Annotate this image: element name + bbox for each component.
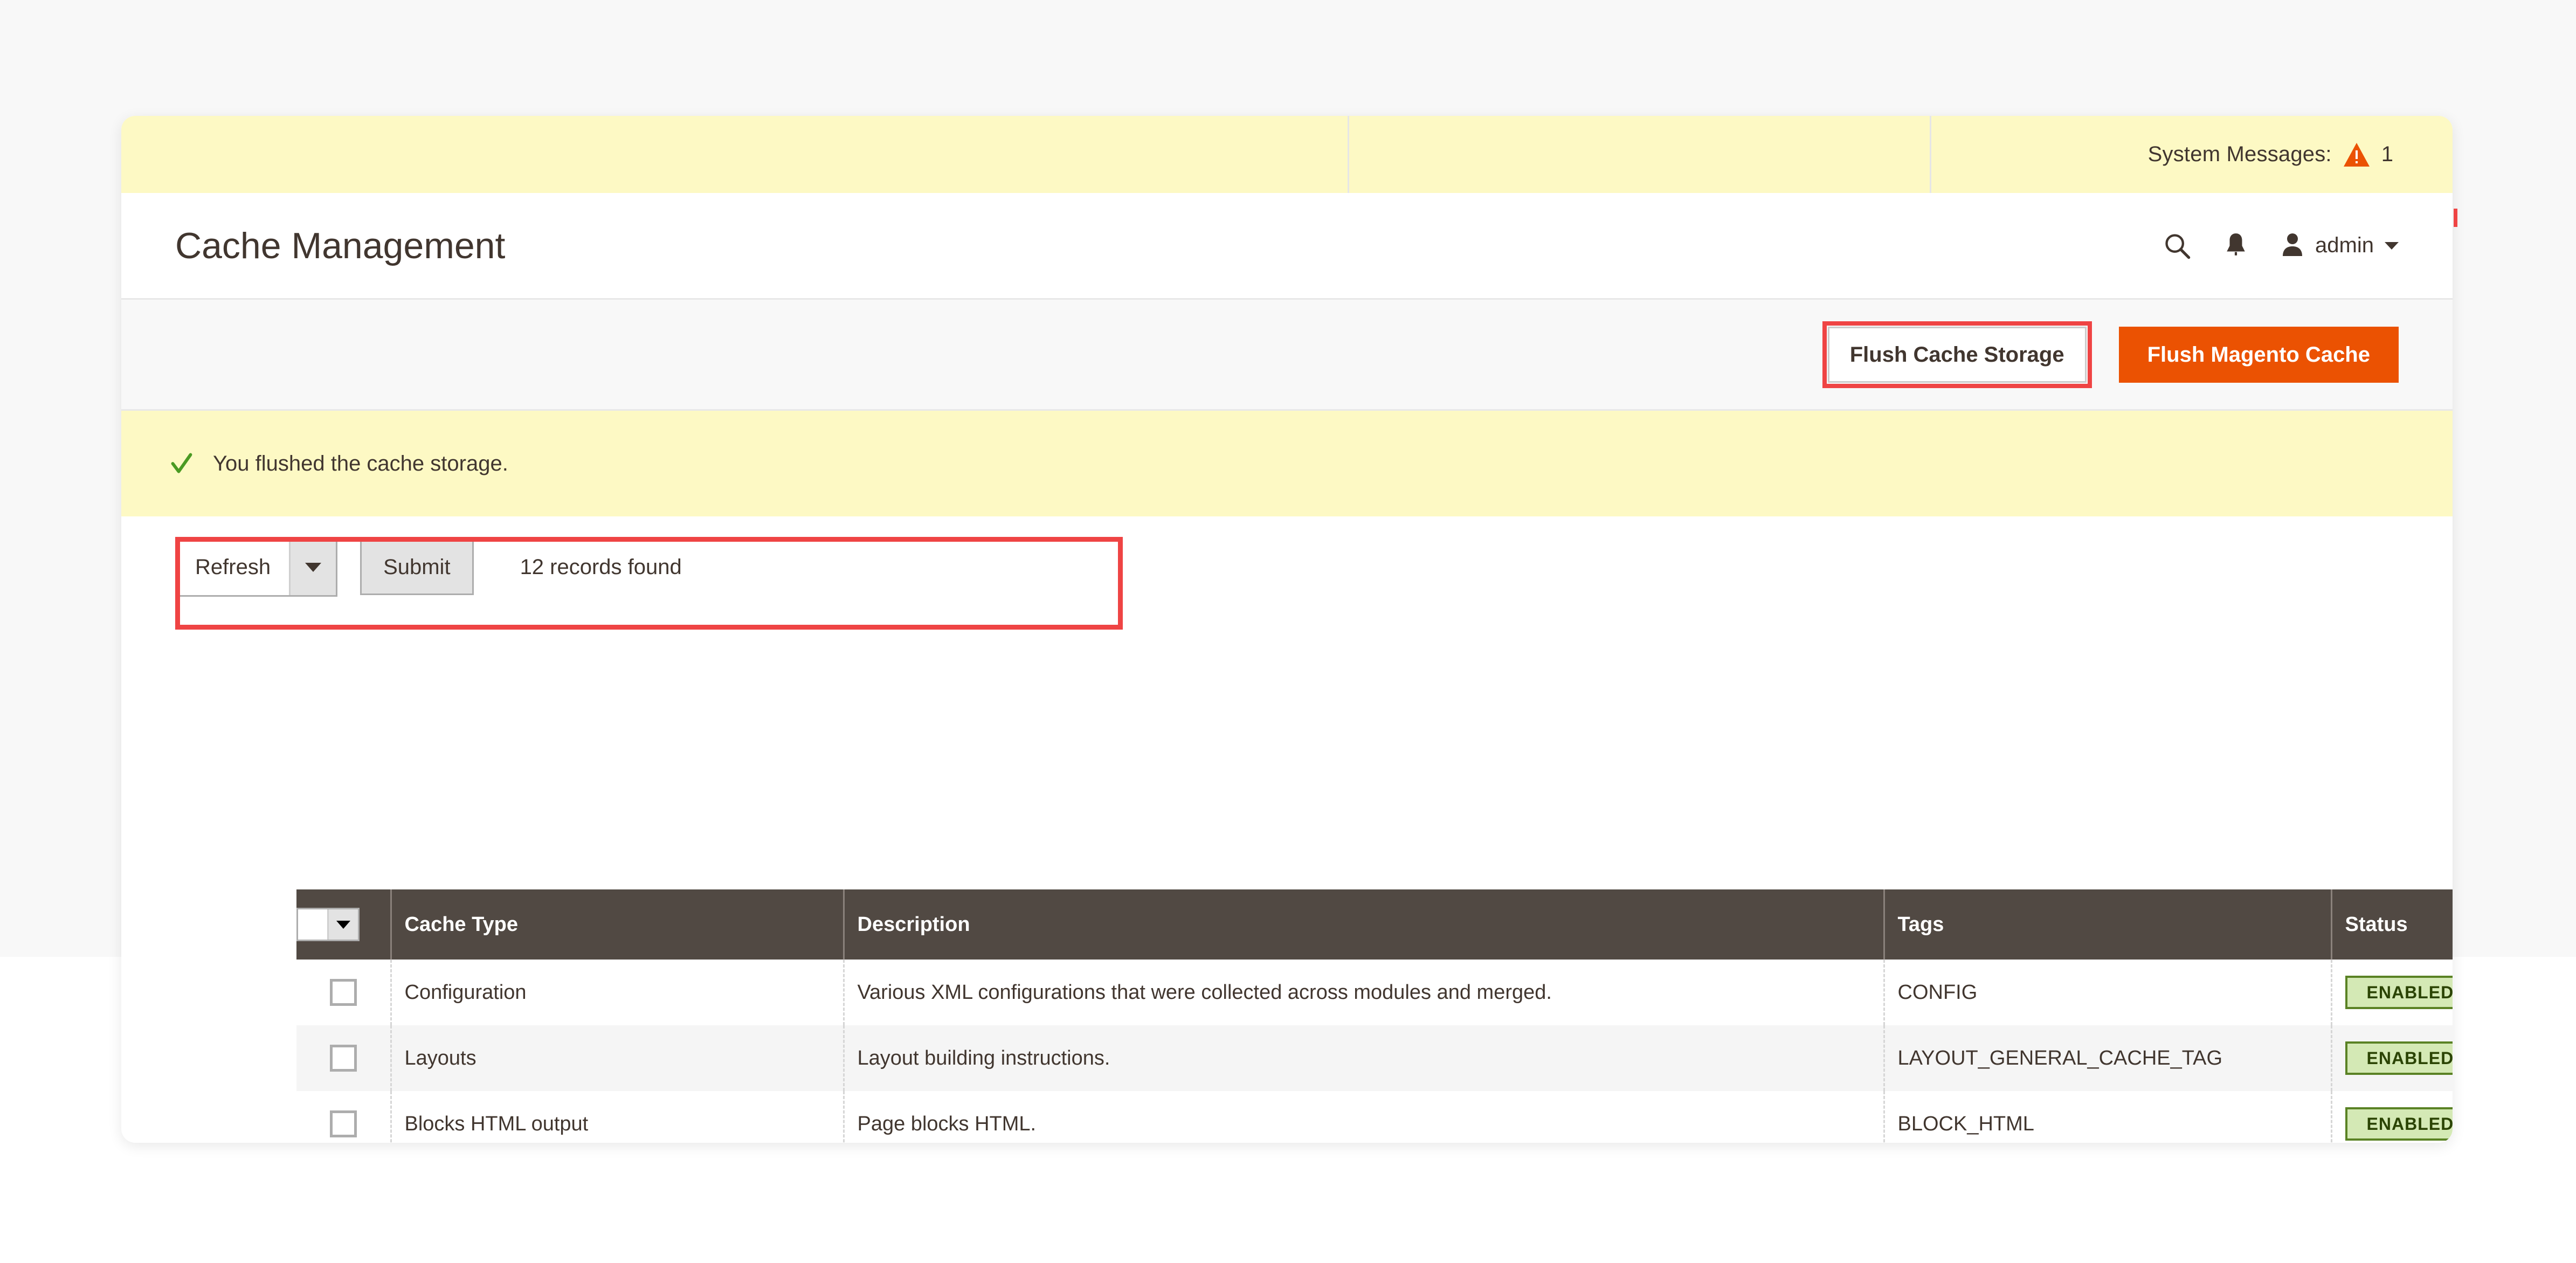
column-header-select-all[interactable] — [296, 889, 392, 960]
cell-status: ENABLED — [2331, 1091, 2453, 1143]
system-messages-indicator[interactable]: System Messages: 1 — [2148, 142, 2393, 167]
checkmark-icon — [170, 452, 194, 475]
system-messages-bar: System Messages: 1 — [121, 116, 2453, 193]
success-message-bar: You flushed the cache storage. — [121, 411, 2453, 516]
system-messages-count: 1 — [2381, 142, 2393, 166]
column-header-description[interactable]: Description — [844, 889, 1885, 960]
cell-tags: LAYOUT_GENERAL_CACHE_TAG — [1884, 1025, 2332, 1091]
status-badge: ENABLED — [2345, 1041, 2453, 1075]
system-messages-label: System Messages: — [2147, 142, 2332, 166]
table-header-row: Cache Type Description Tags Status — [296, 889, 2453, 960]
edge-annotation-mark — [2454, 209, 2457, 227]
table-row: Layouts Layout building instructions. LAYO… — [296, 1025, 2453, 1091]
row-select-cell[interactable] — [296, 960, 392, 1025]
user-avatar-icon — [2281, 231, 2304, 260]
row-checkbox[interactable] — [329, 979, 357, 1006]
cell-status: ENABLED — [2331, 1025, 2453, 1091]
user-name-label: admin — [2315, 233, 2374, 257]
success-message-text: You flushed the cache storage. — [213, 451, 508, 475]
select-all-dropdown-icon[interactable] — [296, 908, 360, 941]
cell-description: Various XML configurations that were col… — [844, 960, 1885, 1025]
column-header-cache-type[interactable]: Cache Type — [391, 889, 845, 960]
header-actions: admin — [2163, 231, 2399, 260]
row-checkbox[interactable] — [329, 1110, 357, 1137]
cell-cache-type: Configuration — [391, 960, 845, 1025]
page-header: Cache Management admin — [121, 193, 2453, 300]
status-badge: ENABLED — [2345, 1107, 2453, 1141]
search-icon[interactable] — [2163, 232, 2191, 260]
table-row: Blocks HTML output Page blocks HTML. BLOCK… — [296, 1091, 2453, 1143]
sysmsg-divider-right — [1930, 116, 1931, 193]
cell-tags: BLOCK_HTML — [1884, 1091, 2332, 1143]
row-checkbox[interactable] — [329, 1045, 357, 1072]
column-header-status[interactable]: Status — [2331, 889, 2453, 960]
cell-cache-type: Blocks HTML output — [391, 1091, 845, 1143]
admin-panel: System Messages: 1 Cache Management admi… — [121, 116, 2453, 1143]
cell-description: Page blocks HTML. — [844, 1091, 1885, 1143]
row-select-cell[interactable] — [296, 1025, 392, 1091]
flush-cache-storage-button[interactable]: Flush Cache Storage — [1827, 326, 2087, 383]
mass-action-select-value: Refresh — [177, 539, 289, 595]
cell-tags: CONFIG — [1884, 960, 2332, 1025]
status-badge: ENABLED — [2345, 976, 2453, 1009]
cache-type-grid: Cache Type Description Tags Status Confi… — [296, 889, 2453, 1143]
page-title: Cache Management — [175, 225, 506, 266]
cell-cache-type: Layouts — [391, 1025, 845, 1091]
bell-icon[interactable] — [2223, 232, 2248, 260]
cell-status: ENABLED — [2331, 960, 2453, 1025]
submit-button[interactable]: Submit — [360, 539, 474, 595]
warning-triangle-icon — [2343, 142, 2370, 167]
flush-magento-cache-button[interactable]: Flush Magento Cache — [2118, 326, 2399, 383]
page-actions-toolbar: Flush Cache Storage Flush Magento Cache — [121, 300, 2453, 411]
action-button-group: Flush Cache Storage Flush Magento Cache — [1822, 321, 2399, 388]
column-header-tags[interactable]: Tags — [1884, 889, 2332, 960]
grid-toolbar: Refresh Submit 12 records found — [121, 516, 2453, 618]
cell-description: Layout building instructions. — [844, 1025, 1885, 1091]
success-message: You flushed the cache storage. — [170, 452, 508, 476]
chevron-down-icon — [2385, 241, 2399, 250]
chevron-down-icon — [289, 539, 336, 595]
flush-cache-storage-annotation: Flush Cache Storage — [1822, 321, 2092, 388]
chevron-down-icon[interactable] — [327, 909, 358, 940]
mass-action-select[interactable]: Refresh — [175, 537, 338, 597]
table-row: Configuration Various XML configurations … — [296, 960, 2453, 1025]
sysmsg-divider-left — [1348, 116, 1349, 193]
row-select-cell[interactable] — [296, 1091, 392, 1143]
records-found-label: 12 records found — [520, 555, 682, 579]
user-menu[interactable]: admin — [2281, 231, 2399, 260]
select-all-checkbox[interactable] — [298, 909, 327, 940]
